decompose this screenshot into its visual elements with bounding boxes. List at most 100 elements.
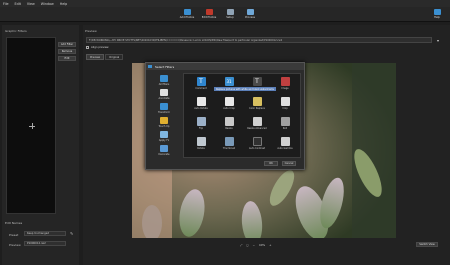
category-label: Decorate: [158, 153, 170, 156]
process-button[interactable]: Process: [240, 8, 260, 21]
menu-bar: File Edit View Window Help: [0, 0, 450, 7]
filter-label: Resize Advanced: [247, 127, 267, 130]
category-label: Transform: [158, 111, 170, 114]
image-icon: [280, 77, 290, 86]
dialog-title: Select Filters: [155, 64, 175, 69]
edit-photos-button[interactable]: Edit Photos: [199, 8, 219, 21]
remove-filter-button[interactable]: Remove: [58, 49, 76, 54]
select-filters-dialog: Select Filters All filters Annotate Tran…: [145, 62, 305, 170]
help-label: Help: [434, 16, 440, 19]
chevron-down-icon[interactable]: ▾: [435, 37, 441, 43]
color-replace-icon: [252, 97, 262, 106]
category-all-filters[interactable]: All filters: [150, 75, 178, 86]
edit-names-title: Edit Names: [5, 221, 23, 225]
crosshair-icon: [29, 123, 35, 129]
category-label: Annotate: [158, 97, 170, 100]
switch-view-button[interactable]: Switch View: [416, 242, 438, 247]
add-photos-icon: [183, 9, 191, 15]
category-decorate[interactable]: Decorate: [150, 145, 178, 156]
text-icon: T: [252, 77, 262, 86]
roll-icon: [280, 117, 290, 126]
help-icon: [433, 9, 441, 15]
apply-fx-icon: [160, 131, 168, 138]
filter-crop[interactable]: Crop: [272, 97, 298, 113]
menu-window[interactable]: Window: [41, 2, 54, 6]
pencil-icon[interactable]: ✎: [70, 231, 75, 236]
cancel-button[interactable]: Cancel: [282, 161, 296, 166]
toolbar: Add Photos Edit Photos Setup Process Hel…: [0, 7, 450, 22]
filter-auto-contrast[interactable]: Auto Contrast: [244, 137, 270, 153]
tab-original[interactable]: Original: [105, 54, 124, 60]
touch-up-icon: [160, 117, 168, 124]
filter-label: Auto Rotate: [194, 107, 208, 110]
tab-preview[interactable]: Preview: [86, 54, 105, 60]
filter-label: Resize: [225, 127, 233, 130]
filter-label: Auto Contrast: [249, 147, 265, 150]
help-button[interactable]: Help: [427, 8, 447, 21]
dialog-app-icon: [148, 65, 152, 68]
decorate-icon: [160, 145, 168, 152]
filter-label: Rotate: [197, 147, 205, 150]
align-preview-label: Align preview: [91, 46, 109, 49]
text-t-icon: T: [196, 77, 206, 86]
filter-tooltip: Replace pictures with white and black wa…: [214, 87, 276, 91]
preview-label: Preview: [9, 243, 21, 247]
menu-edit[interactable]: Edit: [15, 2, 21, 6]
edit-photos-label: Edit Photos: [201, 16, 217, 19]
align-preview-checkbox[interactable]: [86, 46, 89, 49]
align-preview-row[interactable]: Align preview: [86, 46, 109, 49]
menu-file[interactable]: File: [3, 2, 9, 6]
filter-thumbnail[interactable]: Thumbnail: [216, 137, 242, 153]
filter-label: Image: [281, 87, 289, 90]
setup-button[interactable]: Setup: [220, 8, 240, 21]
filter-label: Flip: [198, 127, 204, 130]
resize-icon: [224, 117, 234, 126]
filter-auto-crop[interactable]: Auto Crop: [216, 97, 242, 113]
fit-icon[interactable]: ⤢: [240, 243, 242, 247]
category-transform[interactable]: Transform: [150, 103, 178, 114]
filter-label: Auto Crop: [223, 107, 235, 110]
category-label: Apply Fx: [158, 139, 170, 142]
preset-select[interactable]: Keep Unchanged: [24, 231, 66, 236]
filter-label: Crop: [282, 107, 288, 110]
filter-label: Comment: [195, 87, 207, 90]
filter-flip[interactable]: Flip: [188, 117, 214, 133]
process-label: Process: [245, 16, 255, 19]
filter-resize[interactable]: Resize: [216, 117, 242, 133]
preview-tabs: Preview Original: [86, 54, 124, 60]
setup-label: Setup: [226, 16, 234, 19]
filter-roll[interactable]: Roll: [272, 117, 298, 133]
filter-comment[interactable]: T Comment: [188, 77, 214, 93]
resize-advanced-icon: [252, 117, 262, 126]
add-photos-button[interactable]: Add Photos: [177, 8, 197, 21]
filter-rotate[interactable]: Rotate: [188, 137, 214, 153]
zoom-in-icon[interactable]: +: [269, 243, 271, 247]
actual-size-icon[interactable]: ◻: [246, 243, 248, 247]
filter-auto-rotate[interactable]: Auto Rotate: [188, 97, 214, 113]
filter-resize-advanced[interactable]: Resize Advanced: [244, 117, 270, 133]
add-filter-button[interactable]: Add Filter: [58, 42, 76, 47]
preview-path-field[interactable]: F:\DB WORKING\---MY DRIVE STOTTS\NET\202…: [86, 37, 432, 43]
auto-gamma-icon: [280, 137, 290, 146]
category-annotate[interactable]: Annotate: [150, 89, 178, 100]
filter-label: Thumbnail: [222, 147, 236, 150]
all-filters-icon: [160, 75, 168, 82]
rotate-icon: [196, 137, 206, 146]
filter-label: Roll: [282, 127, 288, 130]
zoom-out-icon[interactable]: −: [253, 243, 255, 247]
preview-file-field[interactable]: P1000012.rw2: [24, 241, 66, 246]
category-touch-up[interactable]: Touch Up: [150, 117, 178, 128]
menu-view[interactable]: View: [27, 2, 35, 6]
category-apply-fx[interactable]: Apply Fx: [150, 131, 178, 142]
graphic-filters-title: Graphic Filters: [5, 29, 27, 33]
filter-list[interactable]: [6, 37, 56, 214]
filter-auto-gamma[interactable]: Auto Gamma: [272, 137, 298, 153]
auto-crop-icon: [224, 97, 234, 106]
filter-image[interactable]: Image: [272, 77, 298, 93]
edit-photos-icon: [205, 9, 213, 15]
filter-color-replace[interactable]: Color Replace: [244, 97, 270, 113]
menu-help[interactable]: Help: [60, 2, 68, 6]
setup-icon: [226, 9, 234, 15]
ok-button[interactable]: OK: [264, 161, 278, 166]
edit-filter-button[interactable]: Edit: [58, 56, 76, 61]
